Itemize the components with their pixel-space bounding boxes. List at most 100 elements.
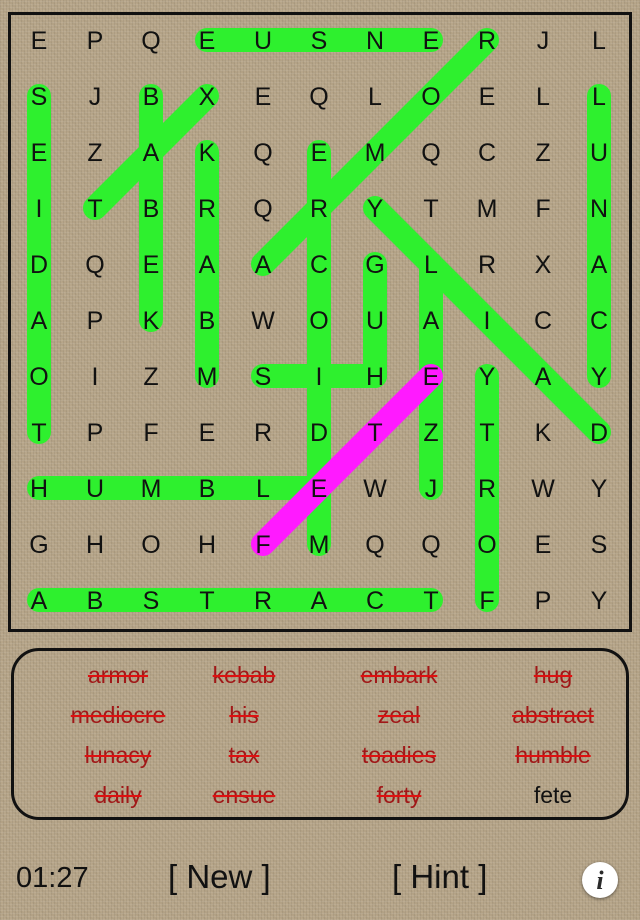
grid-cell[interactable]: P <box>87 419 104 447</box>
grid-cell[interactable]: E <box>535 531 552 559</box>
grid-cell[interactable]: F <box>479 587 494 615</box>
grid-cell[interactable]: E <box>199 419 216 447</box>
grid-cell[interactable]: R <box>478 475 496 503</box>
grid-cell[interactable]: H <box>198 531 216 559</box>
grid-cell[interactable]: F <box>255 531 270 559</box>
grid-cell[interactable]: E <box>199 27 216 55</box>
grid-cell[interactable]: N <box>366 27 384 55</box>
grid-cell[interactable]: Z <box>143 363 158 391</box>
grid-cell[interactable]: R <box>198 195 216 223</box>
grid-cell[interactable]: E <box>31 139 48 167</box>
grid-cell[interactable]: M <box>477 195 498 223</box>
grid-cell[interactable]: I <box>92 363 99 391</box>
grid-cell[interactable]: I <box>484 307 491 335</box>
grid-cell[interactable]: R <box>310 195 328 223</box>
grid-cell[interactable]: N <box>590 195 608 223</box>
grid-cell[interactable]: E <box>255 83 272 111</box>
grid-cell[interactable]: E <box>143 251 160 279</box>
grid-cell[interactable]: A <box>311 587 328 615</box>
grid-cell[interactable]: E <box>31 27 48 55</box>
grid-cell[interactable]: W <box>251 307 275 335</box>
grid-cell[interactable]: A <box>591 251 608 279</box>
grid-cell[interactable]: C <box>310 251 328 279</box>
grid-cell[interactable]: T <box>423 195 438 223</box>
grid-cell[interactable]: X <box>199 83 216 111</box>
grid-cell[interactable]: B <box>87 587 104 615</box>
letter-grid[interactable]: E P Q E U S N E R J LS J B X E Q L O E L LE Z A K Q E M Q C Z UI T B R Q R Y… <box>0 0 640 640</box>
grid-cell[interactable]: A <box>199 251 216 279</box>
grid-cell[interactable]: Q <box>365 531 384 559</box>
grid-cell[interactable]: B <box>143 83 160 111</box>
grid-cell[interactable]: R <box>478 251 496 279</box>
grid-cell[interactable]: B <box>199 475 216 503</box>
grid-cell[interactable]: S <box>31 83 48 111</box>
grid-cell[interactable]: H <box>366 363 384 391</box>
grid-cell[interactable]: U <box>254 27 272 55</box>
grid-cell[interactable]: D <box>310 419 328 447</box>
grid-cell[interactable]: H <box>30 475 48 503</box>
grid-cell[interactable]: L <box>424 251 438 279</box>
grid-cell[interactable]: H <box>86 531 104 559</box>
grid-cell[interactable]: S <box>255 363 272 391</box>
grid-cell[interactable]: A <box>143 139 160 167</box>
grid-cell[interactable]: C <box>366 587 384 615</box>
grid-cell[interactable]: B <box>199 307 216 335</box>
grid-cell[interactable]: Q <box>421 139 440 167</box>
grid-cell[interactable]: U <box>86 475 104 503</box>
grid-cell[interactable]: Q <box>253 139 272 167</box>
grid-cell[interactable]: G <box>365 251 384 279</box>
grid-cell[interactable]: L <box>536 83 550 111</box>
grid-cell[interactable]: P <box>87 307 104 335</box>
grid-cell[interactable]: T <box>199 587 214 615</box>
grid-cell[interactable]: S <box>591 531 608 559</box>
grid-cell[interactable]: A <box>423 307 440 335</box>
grid-cell[interactable]: C <box>590 307 608 335</box>
new-game-button[interactable]: [ New ] <box>168 858 271 896</box>
grid-cell[interactable]: A <box>31 587 48 615</box>
grid-cell[interactable]: J <box>537 27 550 55</box>
grid-cell[interactable]: E <box>479 83 496 111</box>
grid-cell[interactable]: A <box>255 251 272 279</box>
grid-cell[interactable]: D <box>30 251 48 279</box>
grid-cell[interactable]: Y <box>591 475 608 503</box>
grid-cell[interactable]: I <box>36 195 43 223</box>
grid-cell[interactable]: R <box>478 27 496 55</box>
grid-cell[interactable]: O <box>141 531 160 559</box>
grid-cell[interactable]: Y <box>479 363 496 391</box>
grid-cell[interactable]: U <box>590 139 608 167</box>
grid-cell[interactable]: E <box>423 363 440 391</box>
grid-cell[interactable]: Q <box>421 531 440 559</box>
grid-cell[interactable]: R <box>254 587 272 615</box>
grid-cell[interactable]: Y <box>591 363 608 391</box>
grid-cell[interactable]: O <box>309 307 328 335</box>
grid-cell[interactable]: W <box>531 475 555 503</box>
grid-cell[interactable]: O <box>29 363 48 391</box>
grid-cell[interactable]: L <box>256 475 270 503</box>
grid-cell[interactable]: M <box>197 363 218 391</box>
grid-cell[interactable]: E <box>311 475 328 503</box>
grid-cell[interactable]: C <box>478 139 496 167</box>
grid-cell[interactable]: E <box>311 139 328 167</box>
grid-cell[interactable]: S <box>143 587 160 615</box>
grid-cell[interactable]: K <box>143 307 160 335</box>
grid-cell[interactable]: X <box>535 251 552 279</box>
grid-cell[interactable]: B <box>143 195 160 223</box>
grid-cell[interactable]: P <box>87 27 104 55</box>
grid-cell[interactable]: S <box>311 27 328 55</box>
grid-cell[interactable]: Q <box>141 27 160 55</box>
grid-cell[interactable]: Q <box>85 251 104 279</box>
grid-cell[interactable]: M <box>141 475 162 503</box>
grid-cell[interactable]: T <box>87 195 102 223</box>
grid-cell[interactable]: K <box>535 419 552 447</box>
grid-cell[interactable]: J <box>425 475 438 503</box>
grid-cell[interactable]: M <box>309 531 330 559</box>
grid-cell[interactable]: Z <box>87 139 102 167</box>
grid-cell[interactable]: T <box>423 587 438 615</box>
grid-cell[interactable]: Y <box>591 587 608 615</box>
grid-cell[interactable]: D <box>590 419 608 447</box>
grid-cell[interactable]: F <box>143 419 158 447</box>
grid-cell[interactable]: F <box>535 195 550 223</box>
grid-cell[interactable]: P <box>535 587 552 615</box>
grid-cell[interactable]: L <box>368 83 382 111</box>
grid-cell[interactable]: Z <box>535 139 550 167</box>
